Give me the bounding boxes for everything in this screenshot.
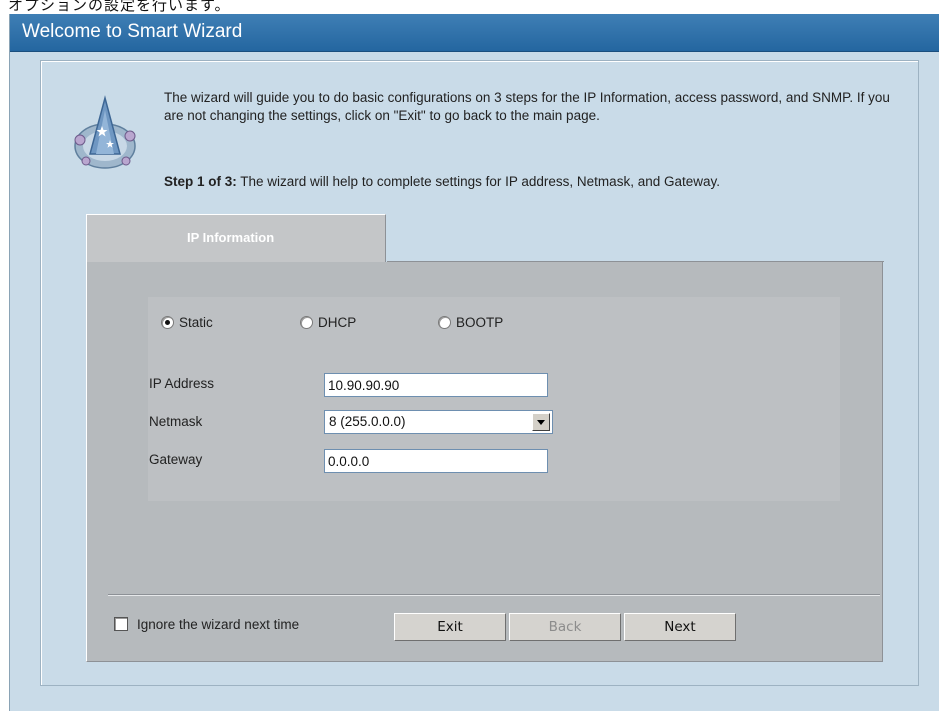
divider: [108, 594, 880, 596]
tab-label: IP Information: [187, 230, 275, 245]
dropdown-arrow-icon[interactable]: [532, 413, 550, 431]
step-text: Step 1 of 3: The wizard will help to com…: [164, 174, 904, 189]
back-button[interactable]: Back: [509, 613, 621, 641]
radio-dhcp-label: DHCP: [318, 315, 357, 330]
intro-text: The wizard will guide you to do basic co…: [164, 90, 890, 123]
radio-dhcp[interactable]: DHCP: [300, 315, 356, 330]
radio-dhcp-button[interactable]: [300, 316, 313, 329]
window-title: Welcome to Smart Wizard: [22, 21, 243, 42]
gateway-input[interactable]: [324, 449, 548, 473]
netmask-value: 8 (255.0.0.0): [329, 414, 406, 429]
radio-static-label: Static: [179, 315, 213, 330]
radio-bootp-button[interactable]: [438, 316, 451, 329]
ip-address-label: IP Address: [149, 376, 215, 391]
gateway-label: Gateway: [149, 452, 203, 467]
ignore-wizard-label: Ignore the wizard next time: [137, 617, 300, 632]
tab-ip-information[interactable]: IP Information: [86, 214, 386, 262]
netmask-label: Netmask: [149, 414, 203, 429]
radio-static[interactable]: Static: [161, 315, 213, 330]
radio-bootp[interactable]: BOOTP: [438, 315, 503, 330]
radio-bootp-label: BOOTP: [456, 315, 504, 330]
wizard-hat-icon: [74, 95, 136, 169]
step-prefix: Step 1 of 3:: [164, 174, 237, 189]
netmask-select[interactable]: 8 (255.0.0.0): [324, 410, 553, 434]
ip-address-input[interactable]: [324, 373, 548, 397]
exit-button[interactable]: Exit: [394, 613, 506, 641]
radio-static-button[interactable]: [161, 316, 174, 329]
title-bar: Welcome to Smart Wizard: [10, 14, 939, 52]
step-description: The wizard will help to complete setting…: [236, 174, 720, 189]
next-button[interactable]: Next: [624, 613, 736, 641]
ignore-wizard-checkbox[interactable]: [114, 617, 128, 631]
top-strip-text: オプションの設定を行います。: [8, 0, 231, 14]
